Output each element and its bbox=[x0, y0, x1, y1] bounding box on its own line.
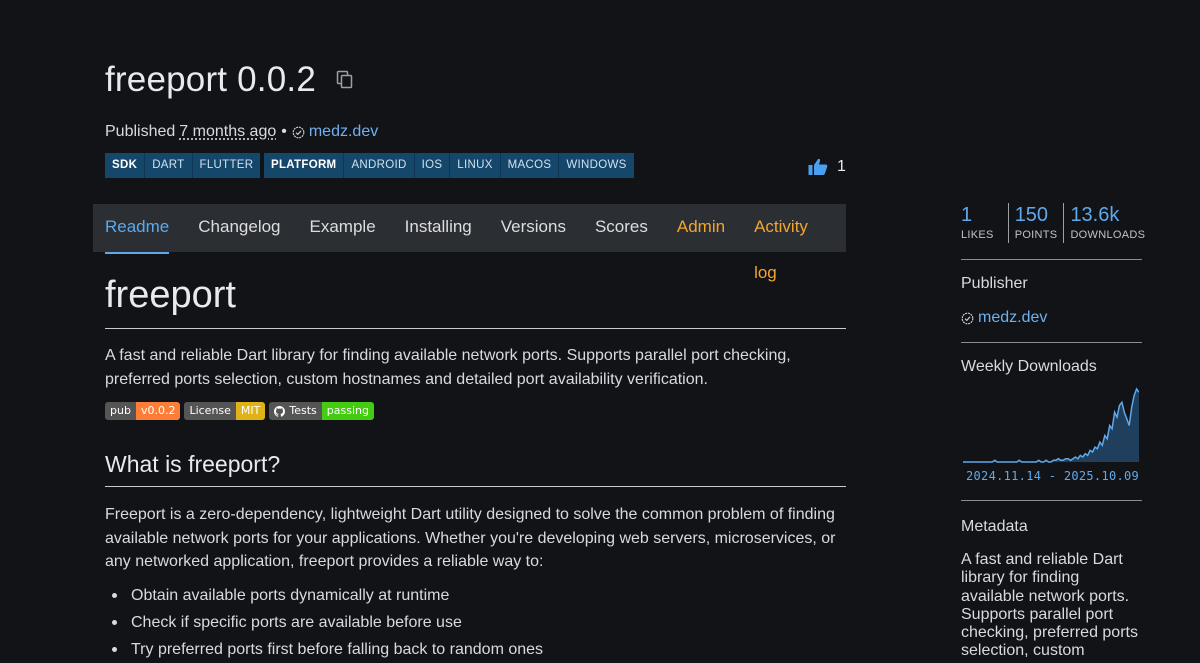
badge-label: pub bbox=[105, 402, 136, 420]
sdk-tag-group: SDK DART FLUTTER bbox=[105, 153, 261, 178]
intro-line: A fast and reliable Dart library for fin… bbox=[105, 347, 791, 364]
tag-android[interactable]: ANDROID bbox=[343, 153, 413, 178]
published-ago: 7 months ago bbox=[179, 123, 277, 140]
tag-macos[interactable]: MACOS bbox=[499, 153, 559, 178]
github-icon bbox=[274, 405, 286, 417]
tab-admin[interactable]: Admin bbox=[665, 204, 737, 252]
list-item-text: Try preferred ports first before falling… bbox=[131, 641, 544, 658]
sidebar-publisher: medz.dev bbox=[961, 309, 1047, 327]
pub-version-badge[interactable]: pub v0.0.2 bbox=[105, 402, 181, 420]
metadata-description: A fast and reliable Dart library for fin… bbox=[961, 551, 1142, 661]
tag-flutter[interactable]: FLUTTER bbox=[191, 153, 261, 178]
badge-value: passing bbox=[321, 402, 374, 420]
tests-badge[interactable]: Tests passing bbox=[269, 402, 374, 420]
tag-sdk[interactable]: SDK bbox=[105, 153, 144, 178]
metadata-line: checking, preferred ports bbox=[961, 624, 1138, 642]
feature-list: Obtain available ports dynamically at ru… bbox=[112, 582, 543, 663]
verified-publisher-icon bbox=[961, 312, 974, 325]
body-line: any networked application, freeport prov… bbox=[105, 553, 544, 570]
bullet-dot bbox=[112, 620, 117, 625]
intro-line: preferred ports selection, custom hostna… bbox=[105, 370, 708, 388]
sidebar-publisher-link[interactable]: medz.dev bbox=[978, 309, 1047, 327]
published-label: Published bbox=[105, 123, 176, 140]
badge-value: MIT bbox=[235, 402, 266, 420]
bullet-dot bbox=[112, 593, 117, 598]
readme-badges: pub v0.0.2 License MIT Tests passing bbox=[105, 402, 378, 420]
readme-heading: freeport bbox=[105, 274, 236, 316]
tab-installing[interactable]: Installing bbox=[393, 204, 484, 252]
stat-likes[interactable]: 1 LIKES bbox=[961, 203, 1008, 243]
metadata-line: Supports parallel port bbox=[961, 605, 1114, 623]
stat-downloads[interactable]: 13.6k DOWNLOADS bbox=[1063, 203, 1151, 243]
meta-separator: • bbox=[281, 123, 287, 140]
badge-label: License bbox=[184, 402, 236, 420]
tag-platform[interactable]: PLATFORM bbox=[264, 153, 343, 178]
title-row: freeport 0.0.2 bbox=[105, 60, 354, 100]
tab-readme[interactable]: Readme bbox=[93, 204, 181, 254]
stat-value: 150 bbox=[1014, 204, 1049, 226]
badge-value: v0.0.2 bbox=[135, 402, 181, 420]
body-line: Freeport is a zero-dependency, lightweig… bbox=[105, 506, 835, 523]
stat-label: POINTS bbox=[1014, 229, 1058, 241]
publisher-heading: Publisher bbox=[961, 275, 1028, 292]
list-item: Check if specific ports are available be… bbox=[112, 609, 543, 636]
metadata-heading: Metadata bbox=[961, 518, 1028, 535]
tab-changelog[interactable]: Changelog bbox=[186, 204, 292, 252]
published-row: Published 7 months ago • medz.dev bbox=[105, 123, 378, 141]
package-title: freeport 0.0.2 bbox=[105, 60, 316, 99]
weekly-downloads-chart[interactable] bbox=[963, 385, 1139, 465]
tag-ios[interactable]: IOS bbox=[413, 153, 450, 178]
metadata-line: selection, custom bbox=[961, 642, 1085, 660]
sidebar-divider bbox=[961, 259, 1142, 260]
sidebar-divider bbox=[961, 500, 1142, 501]
metadata-line: A fast and reliable Dart bbox=[961, 551, 1123, 568]
tag-dart[interactable]: DART bbox=[144, 153, 191, 178]
weekly-downloads-range: 2024.11.14 - 2025.10.09 bbox=[966, 469, 1140, 483]
detail-tabs: Readme Changelog Example Installing Vers… bbox=[93, 204, 846, 282]
sidebar-divider bbox=[961, 342, 1142, 343]
metadata-line: available network ports. bbox=[961, 587, 1130, 605]
license-badge[interactable]: License MIT bbox=[184, 402, 266, 420]
body-paragraph: Freeport is a zero-dependency, lightweig… bbox=[105, 503, 840, 574]
package-stats: 1 LIKES 150 POINTS 13.6k DOWNLOADS bbox=[961, 203, 1151, 243]
tab-versions[interactable]: Versions bbox=[489, 204, 578, 252]
heading-divider bbox=[105, 328, 846, 329]
tab-example[interactable]: Example bbox=[298, 204, 388, 252]
tag-windows[interactable]: WINDOWS bbox=[558, 153, 633, 178]
stat-label: LIKES bbox=[961, 229, 994, 241]
stat-points[interactable]: 150 POINTS bbox=[1007, 203, 1064, 243]
tab-scores[interactable]: Scores bbox=[583, 204, 660, 252]
thumbs-up-icon bbox=[808, 158, 828, 175]
platform-tag-group: PLATFORM ANDROID IOS LINUX MACOS WINDOWS bbox=[264, 153, 634, 178]
metadata-line: library for finding bbox=[961, 569, 1080, 587]
list-item: Obtain available ports dynamically at ru… bbox=[112, 582, 543, 609]
like-count: 1 bbox=[837, 158, 846, 175]
section-divider bbox=[105, 486, 846, 487]
badge-label-with-icon: Tests bbox=[269, 402, 322, 420]
stat-label: DOWNLOADS bbox=[1070, 229, 1146, 241]
section-heading: What is freeport? bbox=[105, 451, 281, 477]
list-item-text: Check if specific ports are available be… bbox=[131, 614, 462, 631]
stat-value: 13.6k bbox=[1070, 204, 1120, 226]
list-item-text: Obtain available ports dynamically at ru… bbox=[131, 587, 450, 604]
publisher-link[interactable]: medz.dev bbox=[309, 123, 378, 141]
bullet-dot bbox=[112, 647, 117, 652]
verified-publisher-icon bbox=[292, 126, 305, 139]
like-button[interactable]: 1 bbox=[808, 158, 846, 176]
tab-activity-log[interactable]: Activity log bbox=[742, 204, 841, 282]
body-line: available network ports for your applica… bbox=[105, 529, 836, 547]
intro-paragraph: A fast and reliable Dart library for fin… bbox=[105, 344, 840, 391]
weekly-downloads-heading: Weekly Downloads bbox=[961, 358, 1097, 375]
stat-value: 1 bbox=[961, 204, 973, 226]
badge-label-text: Tests bbox=[289, 404, 317, 417]
list-item: Try preferred ports first before falling… bbox=[112, 636, 543, 663]
copy-icon[interactable] bbox=[336, 70, 354, 90]
tag-linux[interactable]: LINUX bbox=[449, 153, 499, 178]
